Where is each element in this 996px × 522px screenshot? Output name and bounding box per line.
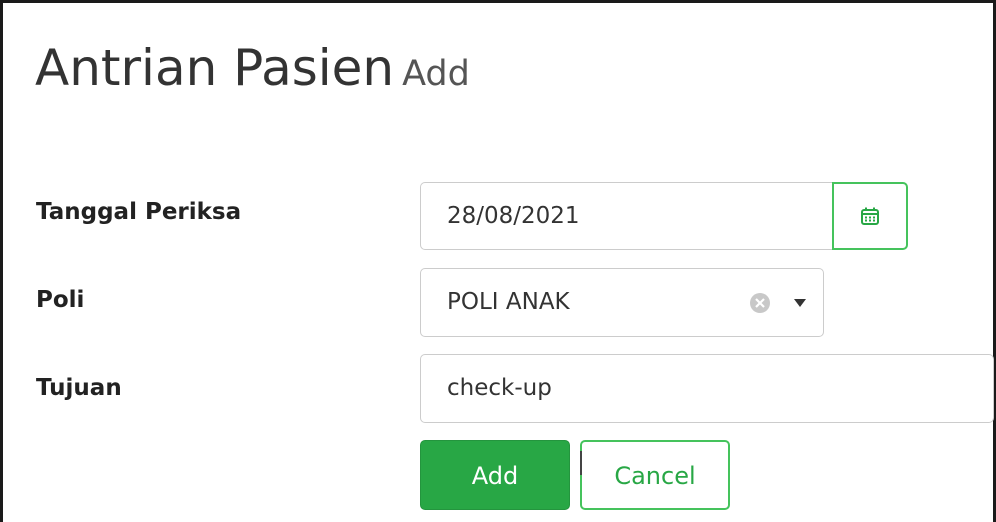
page-title-subtitle: Add bbox=[402, 54, 470, 94]
cancel-button[interactable]: Cancel bbox=[580, 440, 730, 510]
tujuan-label: Tujuan bbox=[36, 375, 122, 401]
page-frame: Antrian Pasien Add Tanggal Periksa 28/08/… bbox=[0, 0, 996, 522]
tujuan-input[interactable]: check-up bbox=[420, 354, 994, 423]
page-title: Antrian Pasien Add bbox=[35, 33, 470, 103]
page-title-main: Antrian Pasien bbox=[35, 39, 395, 97]
chevron-down-icon bbox=[794, 299, 806, 307]
tanggal-periksa-value: 28/08/2021 bbox=[447, 203, 580, 229]
calendar-button[interactable] bbox=[832, 182, 908, 250]
poli-selected-value: POLI ANAK bbox=[447, 289, 570, 315]
tujuan-value: check-up bbox=[447, 375, 552, 401]
poli-select[interactable]: POLI ANAK bbox=[420, 268, 824, 337]
calendar-icon bbox=[861, 207, 879, 225]
text-cursor-mark bbox=[580, 451, 582, 475]
poli-label: Poli bbox=[36, 287, 85, 313]
tanggal-periksa-input[interactable]: 28/08/2021 bbox=[420, 182, 834, 250]
add-button[interactable]: Add bbox=[420, 440, 570, 510]
tanggal-periksa-label: Tanggal Periksa bbox=[36, 199, 242, 225]
clear-circle-icon[interactable] bbox=[749, 292, 771, 314]
